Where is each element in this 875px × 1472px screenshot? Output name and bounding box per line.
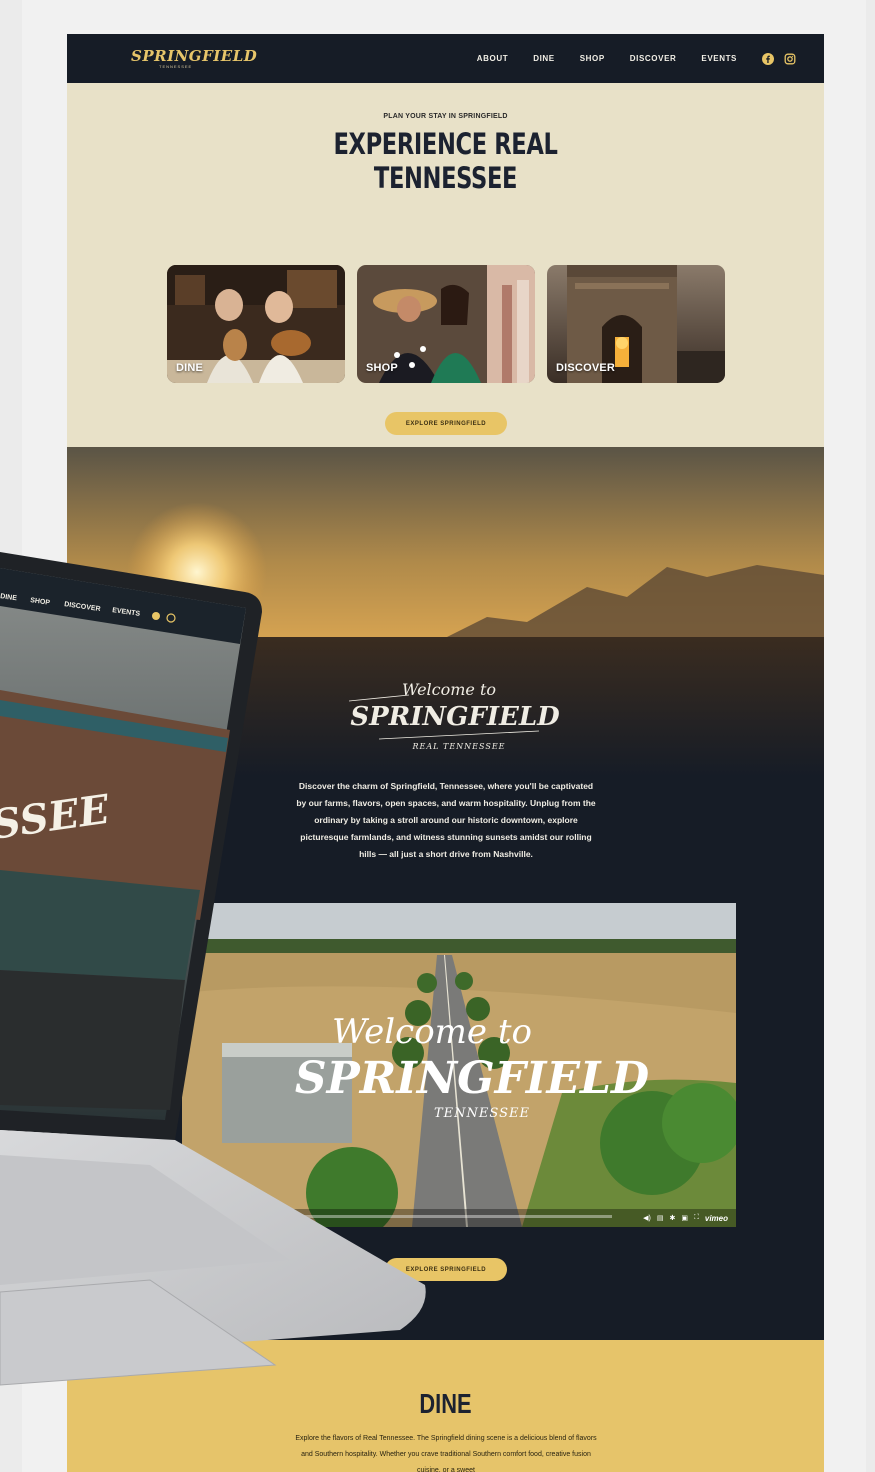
settings-icon[interactable]: ✱	[669, 1214, 675, 1222]
hero-eyebrow: PLAN YOUR STAY IN SPRINGFIELD	[383, 113, 508, 120]
nav-item-discover[interactable]: DISCOVER	[630, 54, 677, 63]
card-dine[interactable]: DINE	[167, 265, 345, 383]
card-dine-label: DINE	[176, 362, 204, 374]
card-shop[interactable]: SHOP	[357, 265, 535, 383]
nav-item-about[interactable]: ABOUT	[477, 54, 508, 63]
laptop-facebook-icon	[152, 612, 160, 620]
hero-section: PLAN YOUR STAY IN SPRINGFIELD EXPERIENCE…	[67, 83, 824, 447]
pip-icon[interactable]: ▣	[681, 1214, 688, 1222]
card-discover[interactable]: DISCOVER	[547, 265, 725, 383]
site-logo[interactable]: SPRINGFIELD TENNESSEE	[131, 46, 258, 69]
logo-subtitle: TENNESSEE	[159, 63, 193, 69]
card-discover-label: DISCOVER	[556, 362, 616, 374]
hero-title: EXPERIENCE REAL TENNESSEE	[150, 127, 740, 195]
volume-icon[interactable]: ◀)	[643, 1214, 651, 1222]
logo-wordmark: SPRINGFIELD	[131, 46, 258, 65]
dine-description: Explore the flavors of Real Tennessee. T…	[295, 1435, 597, 1472]
fullscreen-icon[interactable]: ⛶	[694, 1214, 699, 1222]
nav-item-shop[interactable]: SHOP	[580, 54, 605, 63]
explore-springfield-button[interactable]: EXPLORE SPRINGFIELD	[385, 412, 507, 435]
social-links	[762, 52, 796, 65]
laptop-mockup: DINE SHOP DISCOVER EVENTS SSEE	[0, 552, 426, 1386]
captions-icon[interactable]: ▤	[657, 1214, 664, 1222]
nav-item-dine[interactable]: DINE	[533, 54, 555, 63]
hero-title-line-2: TENNESSEE	[373, 161, 518, 195]
category-cards: DINE SHOP DISCOVER	[167, 265, 725, 383]
vimeo-logo[interactable]: vimeo	[705, 1214, 728, 1223]
top-navigation: SPRINGFIELD TENNESSEE ABOUT DINE SHOP DI…	[67, 34, 824, 83]
video-title-line-3: TENNESSEE	[434, 1106, 530, 1121]
facebook-icon[interactable]	[762, 52, 774, 65]
hero-title-line-1: EXPERIENCE REAL	[333, 127, 558, 161]
main-menu: ABOUT DINE SHOP DISCOVER EVENTS	[452, 52, 796, 65]
nav-item-events[interactable]: EVENTS	[701, 54, 737, 63]
card-shop-label: SHOP	[366, 362, 398, 374]
instagram-icon[interactable]	[784, 53, 796, 65]
